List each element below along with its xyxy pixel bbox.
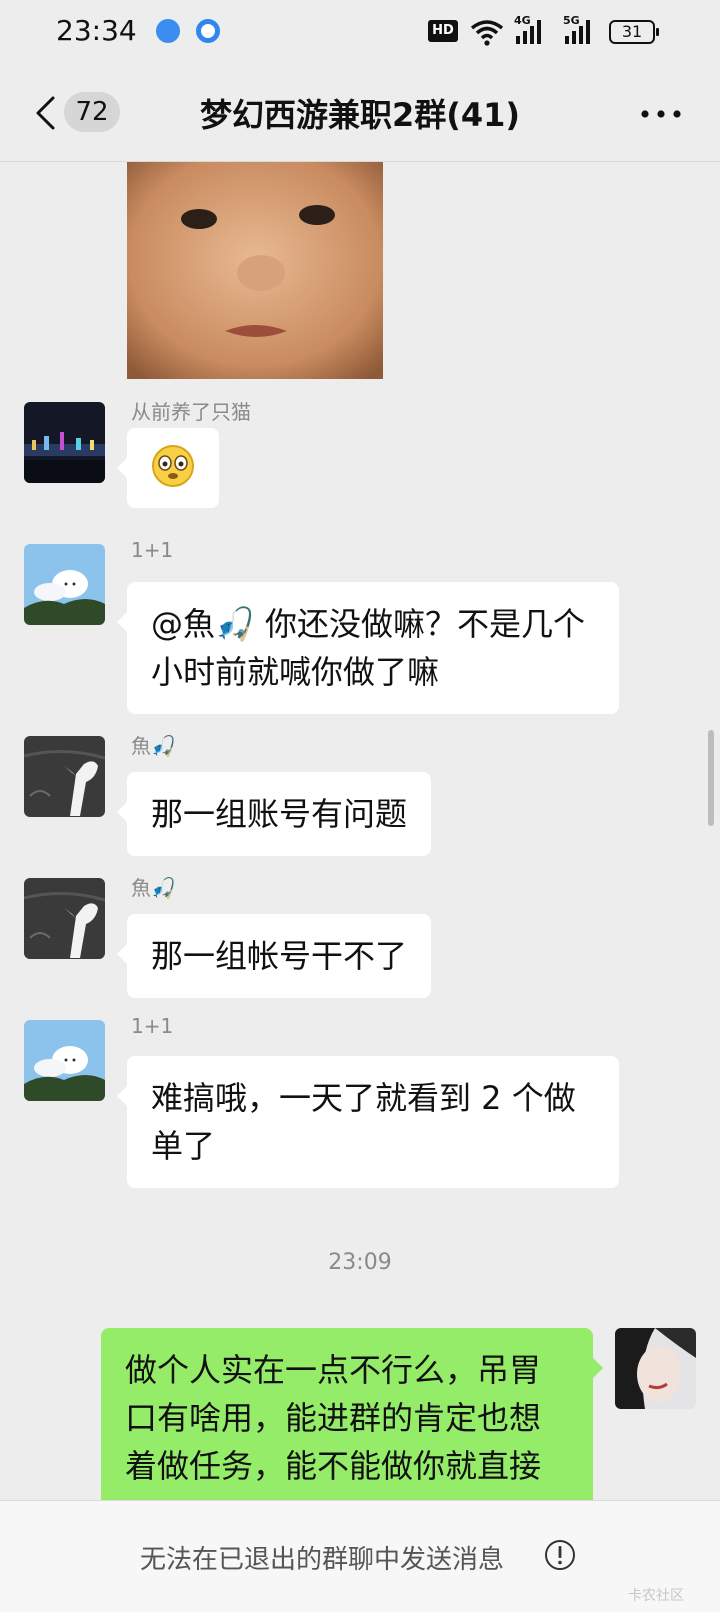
my-message-bubble[interactable]: 做个人实在一点不行么，吊胃口有啥用，能进群的肯定也想着做任务，能不能做你就直接 (101, 1328, 603, 1500)
chat-title: 梦幻西游兼职2群(41) (199, 96, 521, 134)
flushed-emoji-icon (152, 445, 194, 487)
sender-name: 从前养了只猫 (131, 400, 251, 424)
status-time: 23:34 (56, 14, 137, 47)
time-separator: 23:09 (328, 1250, 392, 1275)
message-bubble[interactable]: 那一组账号有问题 (116, 772, 432, 856)
scrollbar[interactable] (708, 730, 714, 826)
avatar[interactable] (24, 736, 105, 817)
avatar[interactable] (24, 1020, 105, 1101)
message-bubble[interactable]: 那一组帐号干不了 (116, 914, 432, 998)
app-icon-2 (196, 19, 220, 43)
wifi-icon (470, 20, 504, 46)
sender-name: 魚🎣 (131, 734, 176, 758)
chat-header: 72 梦幻西游兼职2群(41) (0, 64, 720, 162)
sender-name: 1+1 (131, 1014, 174, 1038)
message-list[interactable]: 从前养了只猫 1+1 @魚🎣 你还没做嘛？不是几个小时前就喊你做了嘛 魚🎣 那一… (0, 162, 720, 1500)
watermark: 卡农社区 (628, 1588, 684, 1604)
avatar[interactable] (24, 878, 105, 959)
signal-5g-icon: 5G (563, 14, 597, 46)
sender-name: 魚🎣 (131, 876, 176, 900)
message-bubble[interactable]: @魚🎣 你还没做嘛？不是几个小时前就喊你做了嘛 (117, 582, 619, 714)
exclamation-icon[interactable] (544, 1539, 576, 1571)
battery-icon: 31 (609, 20, 659, 44)
hd-voice-icon: HD (428, 20, 458, 42)
bottom-notice-bar: 无法在已退出的群聊中发送消息 卡农社区 (0, 1500, 720, 1612)
signal-4g-icon: 4G (514, 14, 548, 46)
avatar[interactable] (24, 402, 105, 483)
message-bubble[interactable] (117, 428, 219, 508)
my-avatar[interactable] (615, 1328, 696, 1409)
status-bar: 23:34 HD 4G 5G 31 (0, 0, 720, 64)
avatar[interactable] (24, 544, 105, 625)
image-message[interactable] (127, 162, 383, 379)
cannot-send-notice: 无法在已退出的群聊中发送消息 (140, 1545, 505, 1575)
back-icon[interactable] (34, 96, 56, 130)
unread-count-badge[interactable]: 72 (64, 92, 120, 132)
sender-name: 1+1 (131, 538, 174, 562)
message-bubble[interactable]: 难搞哦，一天了就看到 2 个做单了 (117, 1056, 619, 1188)
more-icon[interactable] (640, 108, 682, 120)
app-icon-1 (156, 19, 180, 43)
